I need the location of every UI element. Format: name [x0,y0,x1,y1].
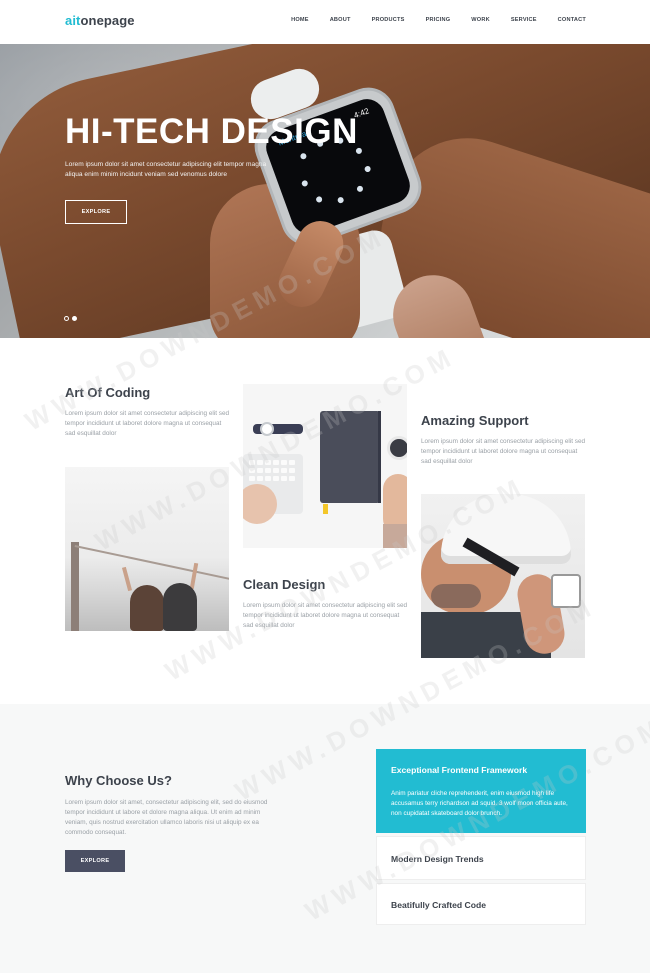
hand-image [243,484,277,524]
nav-home[interactable]: HOME [291,17,309,23]
why-explore-button[interactable]: EXPLORE [65,850,125,872]
nav-pricing[interactable]: PRICING [426,17,451,23]
why-title: Why Choose Us? [65,773,172,788]
accordion-title[interactable]: Modern Design Trends [391,854,484,864]
feature-image-desk [243,384,407,548]
coffee-cup-image [387,436,407,460]
main-nav: HOME ABOUT PRODUCTS PRICING WORK SERVICE… [270,17,586,23]
weather-icon [300,179,309,188]
hero-slider: Montréal 4:42 [0,44,650,338]
hero-text: Lorem ipsum dolor sit amet consectetur a… [65,161,267,178]
feature-title-support: Amazing Support [421,413,529,428]
pen-image [323,504,328,514]
weather-icon [363,165,372,173]
site-header: aitonepage HOME ABOUT PRODUCTS PRICING W… [0,0,650,44]
feature-image-worker [421,494,585,658]
accordion-item-crafted-code[interactable]: Beatifully Crafted Code [376,883,586,925]
worker-beard [431,584,481,608]
accordion-title[interactable]: Exceptional Frontend Framework [391,765,527,775]
sleeve-image [383,524,407,548]
logo[interactable]: aitonepage [65,13,135,28]
why-text: Lorem ipsum dolor sit amet, consectetur … [65,799,268,836]
hero-explore-button[interactable]: EXPLORE [65,200,127,224]
nav-work[interactable]: WORK [471,17,490,23]
weather-icon [315,195,323,204]
hero-title: HI-TECH DESIGN [65,112,358,151]
feature-text-coding: Lorem ipsum dolor sit amet consectetur a… [65,410,230,437]
notebook-image [320,411,380,503]
notebook-band [378,411,381,503]
accordion-title[interactable]: Beatifully Crafted Code [391,900,486,910]
bridge-tower [71,542,79,631]
wristwatch-face [260,422,274,436]
logo-rest: onepage [80,13,135,28]
slider-dot-2[interactable] [72,316,77,321]
accordion-item-design-trends[interactable]: Modern Design Trends [376,836,586,880]
hard-hat-image [441,494,571,564]
slider-dots [64,316,77,321]
nav-products[interactable]: PRODUCTS [372,17,405,23]
tool-image [551,574,581,608]
person-image-2 [163,583,197,631]
feature-title-clean-design: Clean Design [243,577,326,592]
weather-icon [336,196,345,204]
weather-icon [356,184,364,193]
accordion-body: Anim pariatur cliche reprehenderit, enim… [391,790,568,817]
raised-arm-2 [189,562,199,590]
slider-dot-1[interactable] [64,316,69,321]
logo-accent: ait [65,13,81,28]
feature-text-support: Lorem ipsum dolor sit amet consectetur a… [421,438,586,465]
feature-image-bridge [65,467,229,631]
bridge-cable [74,545,229,581]
raised-arm [121,566,133,592]
accordion-item-frontend[interactable]: Exceptional Frontend Framework Anim pari… [376,749,586,833]
nav-about[interactable]: ABOUT [330,17,351,23]
feature-text-clean-design: Lorem ipsum dolor sit amet consectetur a… [243,602,408,629]
nav-contact[interactable]: CONTACT [558,17,586,23]
feature-title-coding: Art Of Coding [65,385,151,400]
nav-service[interactable]: SERVICE [511,17,537,23]
weather-icon [299,152,308,161]
person-image [130,585,164,631]
